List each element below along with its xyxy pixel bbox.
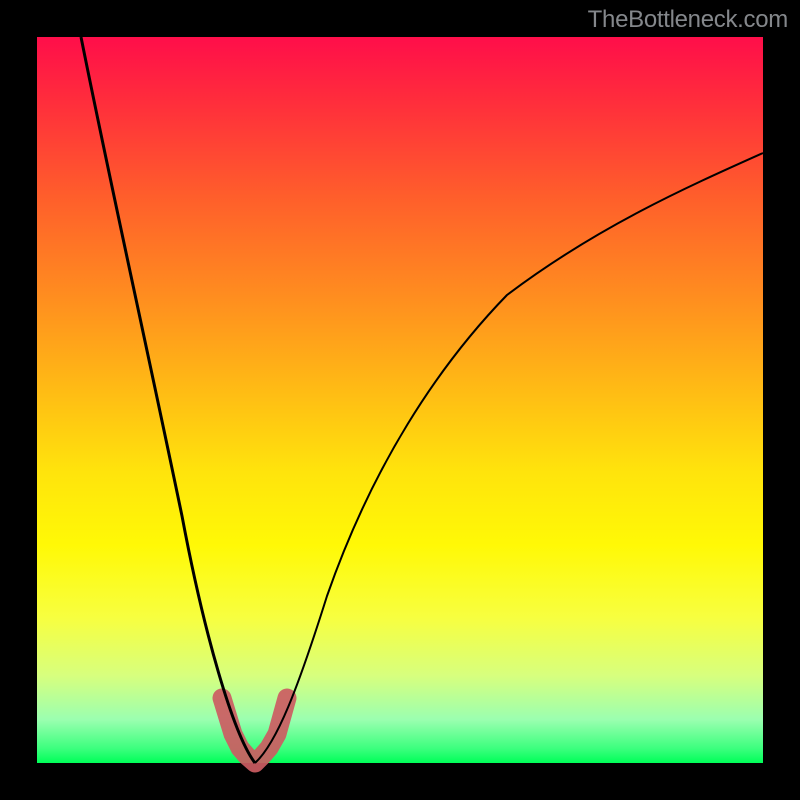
curve-left-branch — [81, 37, 255, 763]
curve-right-branch — [255, 153, 763, 763]
watermark-text: TheBottleneck.com — [588, 6, 788, 34]
chart-frame: TheBottleneck.com — [0, 0, 800, 800]
bottleneck-chart-svg — [37, 37, 763, 763]
